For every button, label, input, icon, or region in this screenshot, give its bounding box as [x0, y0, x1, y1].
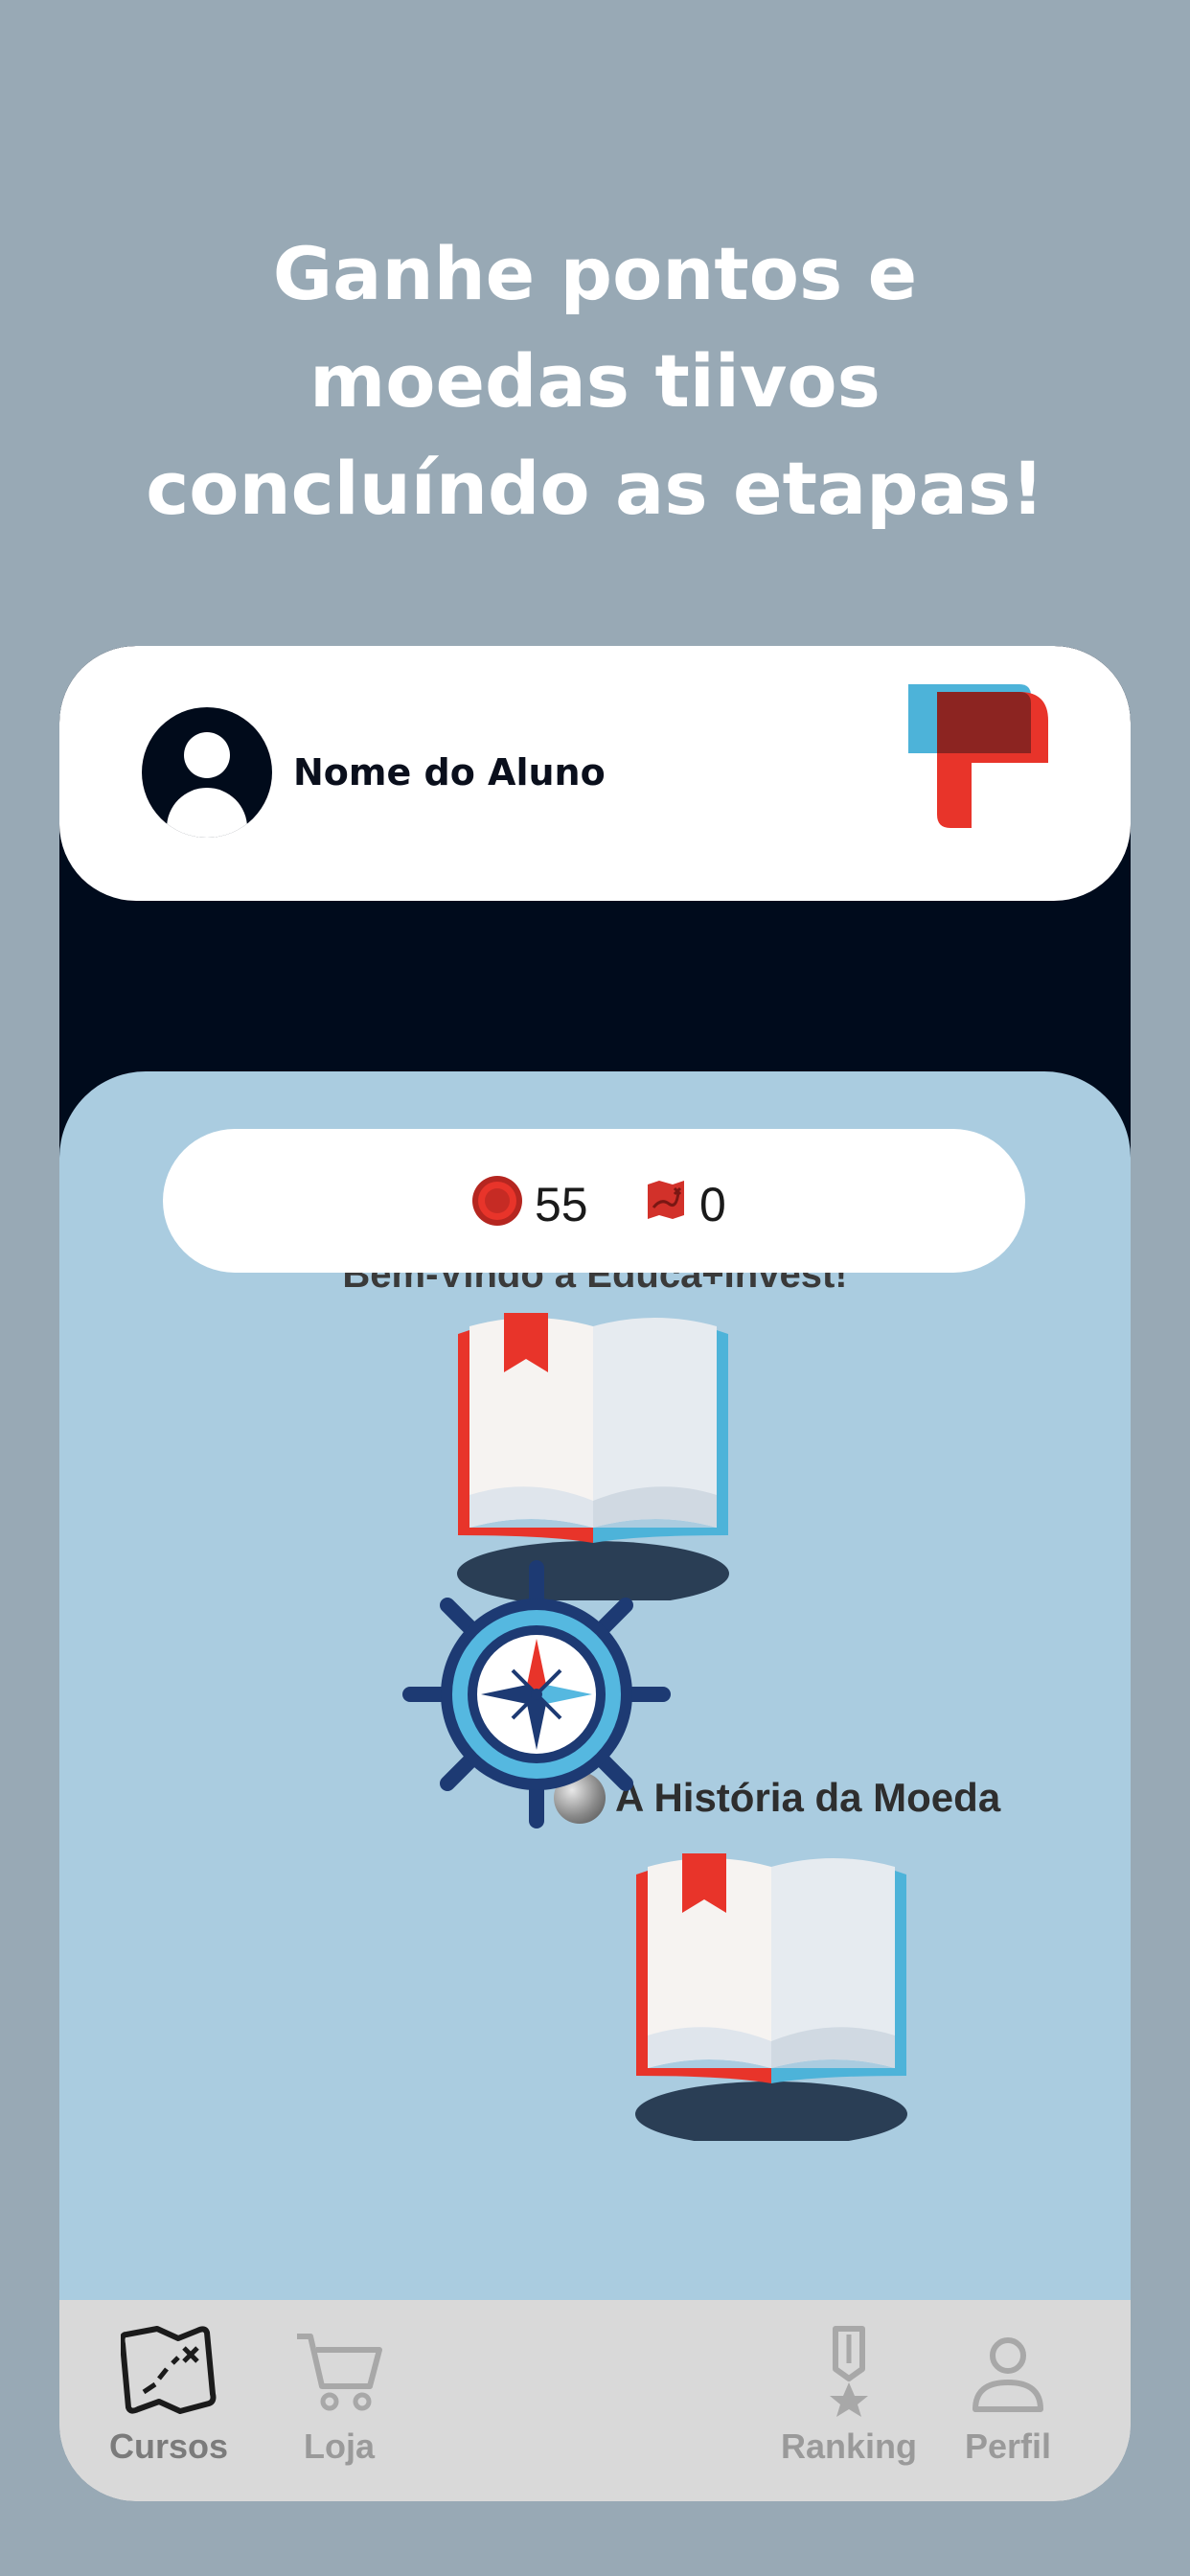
lesson-2-title: A História da Moeda	[615, 1775, 1001, 1820]
open-book-icon[interactable]	[454, 1313, 732, 1600]
shopping-cart-icon	[297, 2334, 382, 2411]
promo-headline: Ganhe pontos e moedas tiivos concluíndo …	[0, 220, 1190, 542]
coin-icon	[472, 1176, 522, 1226]
promo-line-3: concluíndo as etapas!	[146, 446, 1044, 531]
coin-count: 55	[535, 1178, 588, 1231]
open-book-icon[interactable]	[632, 1853, 910, 2141]
user-icon	[973, 2337, 1043, 2412]
app-logo-icon	[908, 684, 1048, 828]
treasure-map-icon	[648, 1181, 684, 1219]
nav-ranking-label: Ranking	[780, 2426, 917, 2466]
app-header: Nome do Aluno	[59, 646, 1131, 901]
promo-line-1: Ganhe pontos e	[272, 231, 918, 316]
treasure-map-icon	[121, 2326, 217, 2414]
nav-perfil[interactable]: Perfil	[931, 2325, 1085, 2488]
map-count: 0	[699, 1178, 726, 1231]
nav-cursos-label: Cursos	[108, 2426, 229, 2466]
promo-line-2: moedas tiivos	[309, 338, 881, 424]
student-name: Nome do Aluno	[293, 751, 606, 794]
stats-bar: 55 0	[163, 1129, 1025, 1273]
nav-loja[interactable]: Loja	[263, 2325, 416, 2488]
medal-icon	[830, 2326, 868, 2417]
bottom-nav: Cursos Loja Ranking Perfil	[59, 2300, 1131, 2501]
nav-perfil-label: Perfil	[964, 2426, 1052, 2466]
ship-wheel-compass-icon[interactable]	[402, 1560, 671, 1828]
nav-loja-label: Loja	[303, 2426, 375, 2466]
nav-ranking[interactable]: Ranking	[772, 2325, 926, 2488]
user-avatar-icon[interactable]	[142, 707, 272, 838]
nav-cursos[interactable]: Cursos	[92, 2325, 245, 2488]
